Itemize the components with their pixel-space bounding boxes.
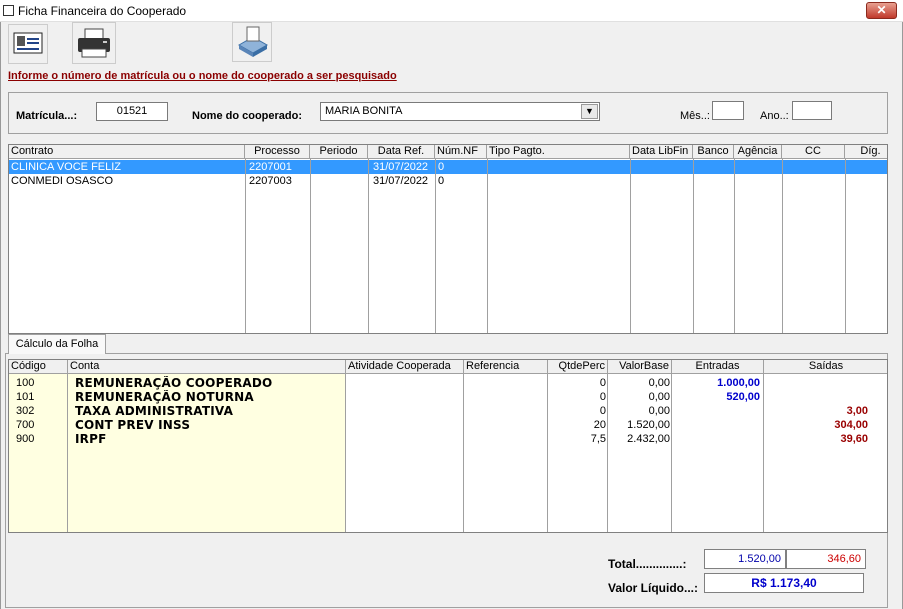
col-data-libfin[interactable]: Data LibFin [630,145,693,159]
grid-divider [368,159,369,333]
cell-valorbase: 1.520,00 [627,419,670,431]
col-conta[interactable]: Conta [68,360,346,374]
ano-label: Ano..: [760,110,789,122]
cell-processo: 2207003 [249,175,292,187]
print-button[interactable] [72,22,116,64]
col-agencia[interactable]: Agência [734,145,782,159]
id-card-button[interactable] [8,24,48,64]
valor-liquido-label: Valor Líquido...: [608,581,698,595]
col-referencia[interactable]: Referencia [464,360,548,374]
col-processo[interactable]: Processo [245,145,310,159]
cell-data-ref: 31/07/2022 [373,161,429,173]
col-banco[interactable]: Banco [693,145,734,159]
grid-divider [734,159,735,333]
cell-entradas: 520,00 [726,391,760,403]
cell-contrato: CLINICA VOCE FELIZ [11,161,122,173]
table-row[interactable]: 100 REMUNERAÇÃO COOPERADO 0 0,00 1.000,0… [9,376,887,390]
cell-entradas: 1.000,00 [717,377,760,389]
cell-conta: REMUNERAÇÃO NOTURNA [75,390,254,404]
table-row[interactable]: 302 TAXA ADMINISTRATIVA 0 0,00 3,00 [9,404,887,418]
ano-input[interactable] [792,101,832,120]
grid-divider [435,159,436,333]
app-icon [3,5,14,16]
valor-liquido-value: R$ 1.173,40 [704,573,864,593]
cell-qtde: 0 [599,377,606,389]
nome-cooperado-value: MARIA BONITA [325,105,403,117]
total-label: Total..............: [608,557,687,571]
print-preview-button[interactable] [232,22,272,62]
cell-conta: CONT PREV INSS [75,418,191,432]
mes-input[interactable] [712,101,744,120]
cell-codigo: 101 [16,391,35,403]
cell-processo: 2207001 [249,161,292,173]
table-row[interactable]: CONMEDI OSASCO 2207003 31/07/2022 0 [9,174,887,188]
cell-data-ref: 31/07/2022 [373,175,429,187]
table-row[interactable]: CLINICA VOCE FELIZ 2207001 31/07/2022 0 [9,160,887,174]
table-row[interactable]: 101 REMUNERAÇÃO NOTURNA 0 0,00 520,00 [9,390,887,404]
grid-divider [845,159,846,333]
cell-valorbase: 2.432,00 [627,433,670,445]
grid-divider [245,159,246,333]
print-preview-icon [237,26,269,57]
cell-qtde: 0 [599,391,606,403]
cell-valorbase: 0,00 [648,405,670,417]
cell-saidas: 304,00 [834,419,868,431]
cell-codigo: 900 [16,433,35,445]
col-contrato[interactable]: Contrato [9,145,245,159]
col-tipo-pagto[interactable]: Tipo Pagto. [487,145,630,159]
mes-label: Mês..: [680,110,710,122]
contracts-grid[interactable]: Contrato Processo Periodo Data Ref. Núm.… [8,144,888,334]
col-dig[interactable]: Díg. [845,145,887,159]
cell-num-nf: 0 [438,175,445,187]
nome-label: Nome do cooperado: [192,110,303,122]
cell-conta: TAXA ADMINISTRATIVA [75,404,234,418]
cell-num-nf: 0 [438,161,445,173]
col-valorbase[interactable]: ValorBase [608,360,672,374]
chevron-down-icon[interactable]: ▼ [581,104,598,119]
total-entradas: 1.520,00 [704,549,786,569]
cell-codigo: 302 [16,405,35,417]
matricula-input[interactable]: 01521 [96,102,168,121]
cell-valorbase: 0,00 [648,391,670,403]
title-bar: Ficha Financeira do Cooperado ✕ [0,0,903,22]
cell-conta: REMUNERAÇÃO COOPERADO [75,376,273,390]
printer-icon [78,28,110,58]
col-data-ref[interactable]: Data Ref. [368,145,435,159]
cell-conta: IRPF [75,432,107,446]
grid-divider [630,159,631,333]
cell-contrato: CONMEDI OSASCO [11,175,114,187]
table-row[interactable]: 900 IRPF 7,5 2.432,00 39,60 [9,432,887,446]
grid-divider [310,159,311,333]
grid-divider [782,159,783,333]
cell-valorbase: 0,00 [648,377,670,389]
close-button[interactable]: ✕ [866,2,897,19]
matricula-label: Matrícula...: [16,110,78,122]
cell-qtde: 7,5 [590,433,606,445]
instruction-link: Informe o número de matrícula ou o nome … [8,70,397,82]
cell-saidas: 3,00 [846,405,868,417]
cell-codigo: 700 [16,419,35,431]
col-codigo[interactable]: Código [9,360,68,374]
cell-qtde: 0 [599,405,606,417]
nome-cooperado-select[interactable]: MARIA BONITA [320,102,600,121]
cell-codigo: 100 [16,377,35,389]
cell-qtde: 20 [593,419,606,431]
table-row[interactable]: 700 CONT PREV INSS 20 1.520,00 304,00 [9,418,887,432]
cell-saidas: 39,60 [840,433,868,445]
col-qtdeperc[interactable]: QtdePerc [548,360,608,374]
tab-calculo-folha[interactable]: Cálculo da Folha [8,334,106,354]
col-cc[interactable]: CC [782,145,845,159]
id-card-icon [13,32,43,54]
grid-divider [693,159,694,333]
total-saidas: 346,60 [786,549,866,569]
window-title: Ficha Financeira do Cooperado [18,4,187,18]
folha-grid[interactable]: Código Conta Atividade Cooperada Referen… [8,359,888,533]
grid-divider [487,159,488,333]
col-periodo[interactable]: Periodo [310,145,368,159]
col-entradas[interactable]: Entradas [672,360,764,374]
col-atividade[interactable]: Atividade Cooperada [346,360,464,374]
col-num-nf[interactable]: Núm.NF [435,145,487,159]
col-saidas[interactable]: Saídas [764,360,887,374]
